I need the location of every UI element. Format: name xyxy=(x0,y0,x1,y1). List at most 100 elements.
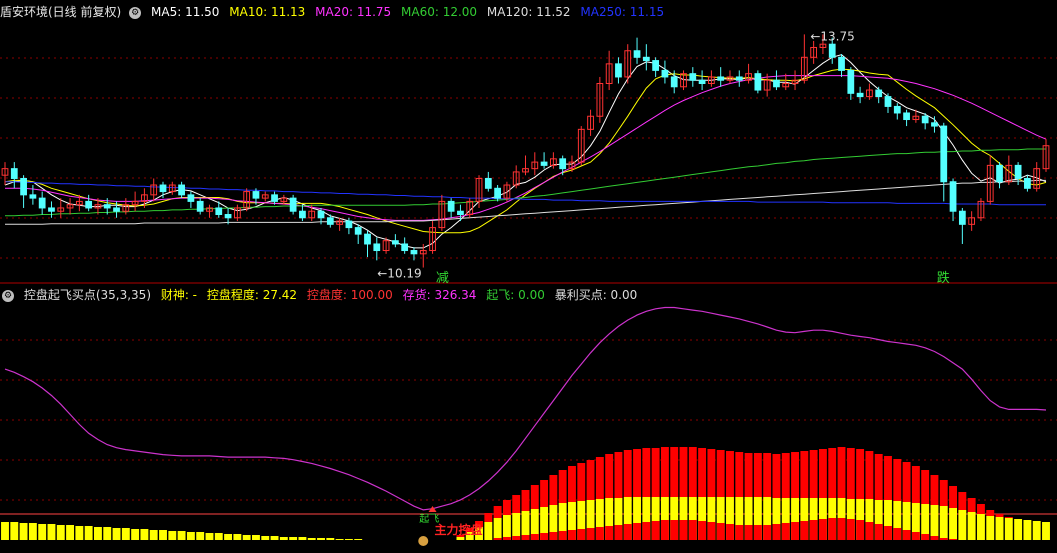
candle-body xyxy=(931,122,938,127)
candle-body xyxy=(85,200,93,209)
candle-body xyxy=(670,76,678,88)
control-bar-red xyxy=(995,514,1004,517)
control-bar-red xyxy=(651,448,660,497)
stock-chart[interactable]: ←13.75←10.19 减跌起飞主力控盘 xyxy=(0,0,1057,553)
candle-body xyxy=(224,214,232,219)
control-bar-yellow xyxy=(261,536,270,540)
control-bar-yellow xyxy=(484,522,493,540)
candle-body xyxy=(884,96,892,107)
control-bar-red xyxy=(540,480,549,507)
control-bar-yellow xyxy=(93,527,102,540)
candle-body xyxy=(364,233,371,245)
candle-body xyxy=(661,69,669,78)
candle-body xyxy=(159,184,167,193)
control-bar-red xyxy=(921,470,930,504)
control-bar-red-inner xyxy=(726,524,734,540)
control-bar-red-inner xyxy=(744,525,753,540)
candle-body xyxy=(875,89,883,98)
candle-body xyxy=(354,227,362,235)
control-bar-red xyxy=(809,450,818,498)
control-bar-red-inner xyxy=(893,528,902,540)
control-bar-yellow xyxy=(47,524,56,540)
control-bar-yellow xyxy=(252,535,260,540)
control-bar-yellow xyxy=(512,513,521,540)
candle-body xyxy=(317,210,325,219)
candle-body xyxy=(847,69,855,94)
control-bar-yellow xyxy=(326,538,335,540)
control-bar-yellow xyxy=(168,531,177,540)
control-bar-red-inner xyxy=(837,518,846,540)
candle-body xyxy=(996,164,1003,183)
candle-body xyxy=(252,191,260,199)
candle-body xyxy=(1014,164,1022,179)
control-bar-red xyxy=(642,448,651,497)
control-bar-red-inner xyxy=(577,529,586,540)
reduce-signal-label: 减 xyxy=(436,271,449,286)
control-bar-red xyxy=(586,460,595,500)
control-bar-red xyxy=(930,475,939,505)
control-bar-yellow xyxy=(967,512,976,540)
control-bar-red-inner xyxy=(614,525,623,540)
candle-body xyxy=(698,79,706,84)
control-bar-yellow xyxy=(103,527,112,540)
candle-body xyxy=(940,125,948,183)
control-bar-red-inner xyxy=(586,528,595,540)
candle-body xyxy=(773,79,780,88)
control-bar-yellow xyxy=(1032,521,1041,540)
control-bar-yellow xyxy=(159,530,167,540)
control-bar-red-inner xyxy=(846,519,855,540)
control-bar-red-inner xyxy=(530,534,539,540)
control-bar-yellow xyxy=(140,529,149,540)
candle-body xyxy=(893,105,901,114)
control-bar-yellow xyxy=(995,517,1004,540)
control-bar-yellow xyxy=(949,508,958,540)
control-bar-red xyxy=(512,495,521,513)
control-bar-red xyxy=(781,453,790,498)
control-bar-red-inner xyxy=(949,539,958,540)
control-bar-red-inner xyxy=(698,521,707,540)
fall-signal-label: 跌 xyxy=(937,270,950,286)
control-bar-yellow xyxy=(354,539,363,540)
candle-body xyxy=(271,194,278,202)
control-bar-yellow xyxy=(149,530,158,540)
candle-body xyxy=(949,181,957,212)
control-bar-yellow xyxy=(214,533,223,540)
candle-body xyxy=(373,243,381,252)
control-bar-yellow xyxy=(976,514,985,540)
control-bar-yellow xyxy=(28,523,37,540)
control-bar-red-inner xyxy=(512,536,521,540)
control-bar-yellow xyxy=(958,510,967,540)
control-bar-red xyxy=(967,498,976,512)
control-bar-red xyxy=(521,490,530,511)
control-bar-yellow xyxy=(502,515,511,540)
control-bar-red xyxy=(939,480,948,506)
candle-body xyxy=(494,187,501,199)
control-bar-red-inner xyxy=(623,524,632,540)
control-bar-yellow xyxy=(317,538,325,540)
control-bar-yellow xyxy=(493,518,502,540)
candle-body xyxy=(29,194,37,199)
control-bar-yellow xyxy=(344,539,353,540)
control-bar-yellow xyxy=(224,534,233,540)
control-bar-red-inner xyxy=(642,522,651,540)
candle-body xyxy=(735,76,743,81)
control-bar-yellow xyxy=(930,505,939,540)
control-bar-red xyxy=(856,449,865,499)
control-bar-red xyxy=(614,452,623,498)
control-bar-red xyxy=(744,453,753,497)
candle-body xyxy=(48,207,55,212)
control-bar-yellow xyxy=(38,524,47,540)
candle-body xyxy=(689,73,697,81)
control-bar-red-inner xyxy=(735,525,744,540)
control-bar-red-inner xyxy=(549,532,558,540)
control-bar-yellow xyxy=(177,531,186,540)
control-bar-red xyxy=(595,457,604,499)
control-bar-red xyxy=(716,450,725,497)
control-bar-red-inner xyxy=(633,523,641,540)
candle-body xyxy=(633,50,641,58)
candle-body xyxy=(401,243,409,252)
control-bar-red xyxy=(633,449,641,497)
control-bar-red-inner xyxy=(856,520,865,540)
control-bar-red-inner xyxy=(651,521,660,540)
control-bar-yellow xyxy=(56,525,65,540)
